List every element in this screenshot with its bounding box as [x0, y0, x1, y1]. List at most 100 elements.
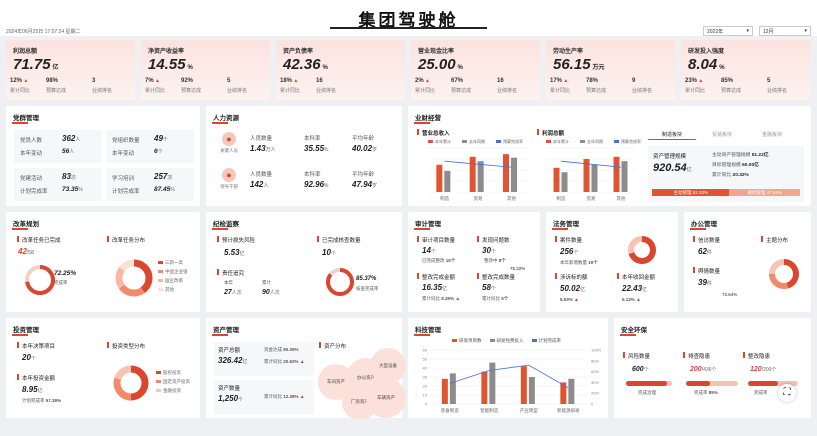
- cases-label: 案件数量: [555, 236, 582, 244]
- hazard-check-label: 排查隐患: [683, 352, 710, 360]
- investment-panel: 投资管理 本年决策项目 20个 本年投资金额 8.95亿 计划完成率 57.38…: [6, 318, 200, 418]
- asset-total-label: 资产总额: [218, 348, 241, 354]
- hr-panel: 人力资源 ● 关键人员 人员数量 1.43万人 本科率 35.55% 平均年龄 40.02岁 ●…: [206, 106, 402, 206]
- y-tick-label: 60: [423, 348, 428, 353]
- legend-label: 预算完成率: [503, 138, 523, 144]
- x-tick-label: 制造: [557, 195, 566, 202]
- check-rate-label: 核查完成率: [356, 286, 379, 291]
- loss-risk-label: 预计损失风险: [217, 236, 255, 244]
- rectified-done: 已完成整改 15个: [422, 258, 456, 263]
- kpi-title: 营业现金比率: [418, 49, 455, 55]
- hazard-check-bar: [686, 381, 738, 386]
- kpi-a-value: 17% ▲: [550, 78, 569, 84]
- hr-stat-label: 本科率: [304, 136, 321, 142]
- kpi-a-label: 累计同比: [280, 88, 301, 94]
- party-sub-value: 6个: [154, 148, 163, 155]
- month-select[interactable]: 12月 ▾: [759, 26, 811, 36]
- kpi-value: 71.75 亿: [13, 56, 59, 73]
- legend-swatch: [428, 140, 433, 143]
- kpi-c-value: 9: [632, 78, 636, 84]
- hr-stat-label: 本科率: [304, 172, 321, 178]
- legend-item: 计划完成率: [531, 338, 561, 343]
- y-tick-label: 20: [423, 384, 428, 389]
- hr-stat-value: 47.94岁: [352, 180, 378, 189]
- hazard-fix-sub: 完成率: [754, 390, 768, 395]
- x-tick-label: 其他: [617, 195, 626, 202]
- kpi-b-label: 业绩排名: [316, 88, 337, 94]
- kpi-title: 利润总额: [13, 49, 38, 55]
- person-avatar: ● 关键人员: [214, 132, 244, 160]
- arrow-up-icon: ▲: [153, 78, 161, 84]
- legend-swatch: [496, 140, 501, 143]
- legend-swatch: [158, 270, 163, 274]
- party-stat-box: 党建活动 83次 计划完成率 73.35%: [14, 168, 102, 201]
- asset-count-box: 资产数量 1,250个 累计同比 12.36% ▲: [214, 380, 314, 414]
- kpi-a-value: 12% ▲: [10, 78, 29, 84]
- revenue-chart: 本年累计 去年同期 预算完成率制造 贸易 其他: [428, 138, 528, 202]
- sector-tab[interactable]: 金融板块: [748, 130, 796, 140]
- cases-donut: [628, 236, 656, 264]
- title-underline: [330, 27, 487, 29]
- chart-bar: [553, 167, 560, 192]
- reform-count: 42/58: [18, 247, 34, 256]
- accountability-label: 责任追究: [217, 269, 244, 277]
- asset-dist-label: 资产分布: [319, 342, 346, 350]
- rectify-count-value: 58个: [482, 283, 496, 292]
- kpi-title: 净资产收益率: [148, 49, 185, 55]
- section-title: 法务管理: [552, 218, 579, 230]
- party-stat-box: 党组织数量 49个 本年变动 6个: [106, 130, 194, 163]
- expand-icon[interactable]: ⛶: [778, 384, 796, 402]
- asset-count-value: 1,250个: [218, 394, 244, 403]
- y-tick-label: 50: [423, 357, 428, 362]
- legend-swatch: [531, 339, 537, 343]
- asset-scale-box: 资产管理规模 920.54亿 主动资产管理规模 51.22亿 目标管理规模 60.…: [648, 146, 804, 202]
- asset-row: 累计同比 20.32%: [712, 173, 749, 178]
- risk-value: 600个: [632, 366, 649, 373]
- chart-bar: [477, 161, 484, 192]
- sector-tab[interactable]: 制造板块: [648, 130, 696, 140]
- new-cases: 本年新增数量 19个: [560, 260, 598, 265]
- party-stat-value: 83次: [62, 172, 76, 181]
- profit-chart-title: 利润总额: [537, 129, 564, 137]
- petitions-label: 信访数量: [693, 236, 720, 244]
- legend-item: 中国企业强: [158, 269, 188, 275]
- arrow-up-icon: ▲: [22, 78, 29, 84]
- y-tick-label: 40: [423, 366, 428, 371]
- reform-distribution-donut: [115, 259, 153, 297]
- person-icon: ●: [222, 168, 236, 182]
- opinion-label: 舆情数量: [693, 267, 720, 275]
- kpi-a-label: 累计同比: [685, 88, 706, 94]
- business-panel: 业财经营 营业总收入 本年累计 去年同期 预算完成率 制造 贸易 其他 利润总额 本年累计…: [408, 106, 811, 206]
- party-sub-value: 87.45%: [154, 186, 175, 193]
- legend-label: 去年同期: [587, 138, 603, 144]
- risk-sub: 完成治理: [638, 390, 656, 395]
- mgmt-split-bar: 主动管理 52.33% 被动管理 47.64%: [652, 189, 800, 196]
- kpi-value: 8.04%: [688, 56, 725, 73]
- passive-share: 被动管理 47.64%: [729, 189, 800, 196]
- accountability-year: 27人次: [224, 289, 242, 296]
- kpi-value: 14.55%: [148, 56, 193, 73]
- year-select[interactable]: 2022年 ▾: [703, 26, 753, 36]
- chart-bar: [511, 157, 517, 192]
- reform-legend: 三新一高 中国企业强 国企改革 其他: [158, 260, 188, 296]
- x-tick-label: 其他: [507, 195, 516, 202]
- litigation-label: 涉诉标的额: [555, 273, 588, 281]
- reform-dist-label: 改革任务分布: [107, 236, 145, 244]
- y2-tick-label: 40%: [591, 380, 599, 385]
- party-stat-value: 362人: [62, 134, 81, 143]
- kpi-a-label: 累计同比: [550, 88, 571, 94]
- legend-item: 金融投资: [156, 388, 190, 394]
- kpi-a-value: 23% ▲: [685, 78, 704, 84]
- sector-tab[interactable]: 贸易板块: [698, 130, 746, 140]
- hr-stat-value: 40.02岁: [352, 144, 378, 153]
- kpi-b-value: 67%: [451, 78, 464, 84]
- asset-scale-value: 920.54亿: [653, 162, 692, 174]
- chart-legend: 本年累计 去年同期 预算完成率: [546, 138, 641, 144]
- hr-stat-label: 平均年龄: [352, 136, 375, 142]
- kpi-b-value: 78%: [586, 78, 599, 84]
- legend-swatch: [489, 339, 495, 343]
- chart-bar: [503, 154, 509, 192]
- kpi-c-label: 业绩排名: [767, 88, 788, 94]
- party-sub-label: 本年变动: [112, 151, 135, 157]
- rectify-amount-label: 整改完成金额: [417, 273, 455, 281]
